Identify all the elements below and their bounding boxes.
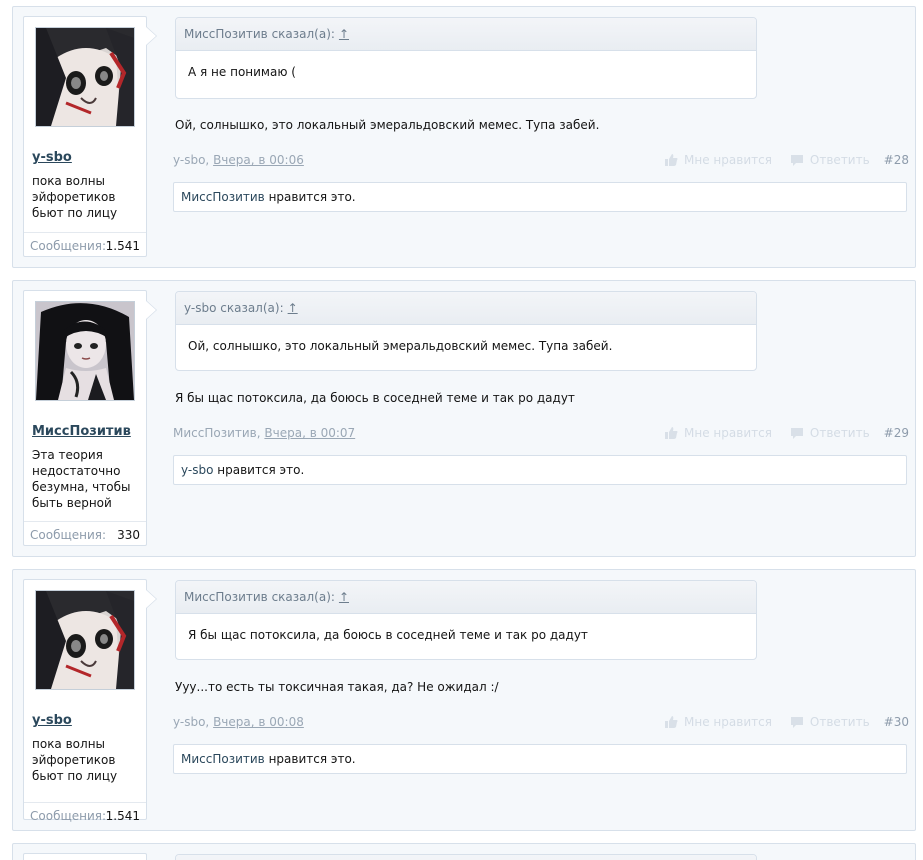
- speech-bubble-icon: [790, 428, 803, 439]
- avatar-image: [36, 302, 134, 400]
- post-actions: Мне нравится Ответить #29: [646, 426, 909, 440]
- thumbs-up-icon: [665, 716, 678, 728]
- quote-text: Я бы щас потоксила, да боюсь в соседней …: [188, 628, 588, 642]
- reply-button[interactable]: Ответить: [790, 426, 870, 440]
- user-title: пока волны эйфоретиков бьют по лицу: [32, 737, 118, 783]
- like-button[interactable]: Мне нравится: [664, 715, 772, 729]
- user-title: Эта теория недостаточно безумна, чтобы б…: [32, 448, 131, 510]
- reply-button[interactable]: Ответить: [790, 715, 870, 729]
- quote-text: Ой, солнышко, это локальный эмеральдовск…: [188, 339, 613, 353]
- thread: y-sbo пока волны эйфоретиков бьют по лиц…: [0, 0, 923, 860]
- message-count-value: 1.541: [105, 239, 140, 253]
- username[interactable]: МиссПозитив: [32, 424, 131, 439]
- jump-to-quote-icon[interactable]: ↑: [339, 27, 349, 41]
- like-button[interactable]: Мне нравится: [664, 426, 772, 440]
- post-date[interactable]: Вчера, в 00:06: [213, 153, 304, 167]
- message-count: Сообщения: 1.541: [24, 232, 146, 257]
- avatar-image: [36, 591, 134, 689]
- likes-text: нравится это.: [264, 752, 356, 766]
- message-count-label: Сообщения:: [30, 239, 107, 253]
- message-count-label: Сообщения:: [30, 528, 107, 542]
- message-count-value: 330: [117, 528, 140, 542]
- likes-summary: МиссПозитив нравится это.: [173, 744, 907, 774]
- user-panel: [23, 853, 147, 860]
- thumbs-up-icon: [665, 154, 678, 166]
- liker-name[interactable]: МиссПозитив: [181, 190, 265, 204]
- quote-author[interactable]: МиссПозитив сказал(а):: [184, 27, 335, 41]
- user-panel: y-sbo пока волны эйфоретиков бьют по лиц…: [23, 579, 157, 823]
- message-count: Сообщения: 330: [24, 521, 146, 546]
- avatar[interactable]: [35, 301, 135, 401]
- username[interactable]: y-sbo: [32, 713, 72, 728]
- user-title: пока волны эйфоретиков бьют по лицу: [32, 174, 118, 220]
- liker-name[interactable]: МиссПозитив: [181, 752, 265, 766]
- post-permalink[interactable]: #28: [884, 153, 909, 167]
- message-text: Ууу...то есть ты токсичная такая, да? Не…: [175, 680, 499, 694]
- quote-author[interactable]: y-sbo сказал(а):: [184, 301, 284, 315]
- avatar-image: [36, 28, 134, 126]
- message-text: Я бы щас потоксила, да боюсь в соседней …: [175, 391, 575, 405]
- quote-header: [176, 855, 756, 860]
- message-count-value: 1.541: [105, 809, 140, 823]
- username[interactable]: y-sbo: [32, 150, 72, 165]
- message-text: Ой, солнышко, это локальный эмеральдовск…: [175, 118, 600, 132]
- post-partial: [12, 843, 916, 860]
- user-panel: МиссПозитив Эта теория недостаточно безу…: [23, 290, 157, 546]
- post-actions: Мне нравится Ответить #28: [646, 153, 909, 167]
- post: МиссПозитив Эта теория недостаточно безу…: [12, 280, 916, 557]
- message-count: Сообщения: 1.541: [24, 802, 146, 827]
- quote-header: МиссПозитив сказал(а): ↑: [176, 581, 756, 614]
- jump-to-quote-icon[interactable]: ↑: [339, 590, 349, 604]
- speech-bubble-icon: [790, 717, 803, 728]
- likes-text: нравится это.: [264, 190, 356, 204]
- message-count-label: Сообщения:: [30, 809, 107, 823]
- quote-block: МиссПозитив сказал(а): ↑ А я не понимаю (: [175, 17, 757, 99]
- post: y-sbo пока волны эйфоретиков бьют по лиц…: [12, 569, 916, 831]
- reply-button[interactable]: Ответить: [790, 153, 870, 167]
- quote-header: МиссПозитив сказал(а): ↑: [176, 18, 756, 51]
- post: y-sbo пока волны эйфоретиков бьют по лиц…: [12, 6, 916, 268]
- quote-header: y-sbo сказал(а): ↑: [176, 292, 756, 325]
- post-permalink[interactable]: #30: [884, 715, 909, 729]
- liker-name[interactable]: y-sbo: [181, 463, 213, 477]
- user-panel: y-sbo пока волны эйфоретиков бьют по лиц…: [23, 16, 157, 257]
- post-meta: y-sbo, Вчера, в 00:08 Мне нравится Ответи…: [173, 715, 909, 731]
- likes-summary: МиссПозитив нравится это.: [173, 182, 907, 212]
- jump-to-quote-icon[interactable]: ↑: [288, 301, 298, 315]
- speech-bubble-icon: [790, 155, 803, 166]
- like-button[interactable]: Мне нравится: [664, 153, 772, 167]
- quote-author[interactable]: МиссПозитив сказал(а):: [184, 590, 335, 604]
- post-actions: Мне нравится Ответить #30: [646, 715, 909, 729]
- post-meta: y-sbo, Вчера, в 00:06 Мне нравится Ответи…: [173, 153, 909, 169]
- thumbs-up-icon: [665, 427, 678, 439]
- post-author[interactable]: МиссПозитив,: [173, 426, 261, 440]
- likes-text: нравится это.: [213, 463, 305, 477]
- quote-block: [175, 854, 757, 860]
- post-date[interactable]: Вчера, в 00:07: [264, 426, 355, 440]
- likes-summary: y-sbo нравится это.: [173, 455, 907, 485]
- post-author[interactable]: y-sbo,: [173, 153, 209, 167]
- post-permalink[interactable]: #29: [884, 426, 909, 440]
- post-author[interactable]: y-sbo,: [173, 715, 209, 729]
- avatar[interactable]: [35, 27, 135, 127]
- quote-block: y-sbo сказал(а): ↑ Ой, солнышко, это лока…: [175, 291, 757, 371]
- post-meta: МиссПозитив, Вчера, в 00:07 Мне нравится…: [173, 426, 909, 442]
- quote-text: А я не понимаю (: [188, 65, 296, 79]
- quote-block: МиссПозитив сказал(а): ↑ Я бы щас потокси…: [175, 580, 757, 660]
- post-date[interactable]: Вчера, в 00:08: [213, 715, 304, 729]
- avatar[interactable]: [35, 590, 135, 690]
